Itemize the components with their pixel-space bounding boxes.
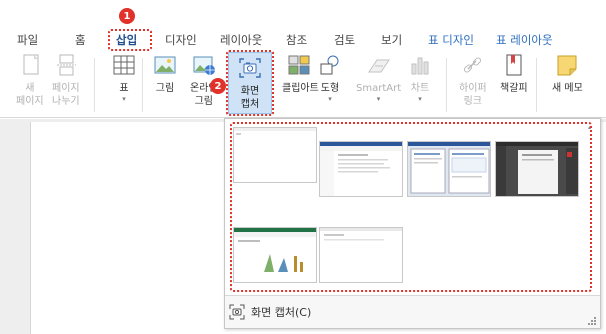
callout-badge-1: 1 bbox=[119, 8, 135, 24]
group-divider bbox=[142, 58, 143, 112]
new-page-button[interactable]: 새 페이지 bbox=[16, 54, 44, 108]
tab-references[interactable]: 참조 bbox=[286, 32, 307, 48]
tab-layout[interactable]: 레이아웃 bbox=[220, 32, 262, 48]
page-break-icon bbox=[54, 54, 78, 76]
picture-label: 그림 bbox=[155, 83, 175, 94]
new-page-label: 새 페이지 bbox=[16, 83, 44, 107]
screen-clipping-icon bbox=[229, 304, 245, 320]
group-divider bbox=[94, 58, 95, 112]
tab-design[interactable]: 디자인 bbox=[165, 32, 197, 48]
tab-table-design[interactable]: 표 디자인 bbox=[428, 32, 474, 48]
gallery-callout bbox=[230, 122, 592, 292]
screenshot-button-callout bbox=[226, 50, 274, 116]
page-break-button[interactable]: 페이지 나누기 bbox=[52, 54, 80, 108]
ribbon-tab-bar: 파일 홈 삽입 디자인 레이아웃 참조 검토 보기 표 디자인 표 레이아웃 bbox=[0, 28, 606, 52]
picture-button[interactable]: 그림 bbox=[153, 54, 177, 95]
resize-grip-icon[interactable] bbox=[588, 317, 596, 325]
callout-badge-2: 2 bbox=[210, 78, 226, 94]
screen-clipping-menu-item[interactable]: 화면 캡처(C) bbox=[229, 301, 311, 323]
picture-icon bbox=[153, 54, 177, 76]
table-button[interactable]: 표 ▾ bbox=[112, 54, 136, 104]
tab-file[interactable]: 파일 bbox=[17, 32, 38, 48]
online-picture-icon bbox=[192, 54, 216, 76]
tab-view[interactable]: 보기 bbox=[381, 32, 402, 48]
new-page-icon bbox=[18, 54, 42, 76]
table-icon bbox=[112, 54, 136, 76]
tab-table-layout[interactable]: 표 레이아웃 bbox=[496, 32, 553, 48]
chevron-down-icon: ▾ bbox=[122, 95, 126, 103]
screen-clipping-label: 화면 캡처(C) bbox=[251, 306, 312, 319]
tab-home[interactable]: 홈 bbox=[75, 32, 86, 48]
page-break-label: 페이지 나누기 bbox=[52, 83, 80, 107]
ribbon-insert: 새 페이지 페이지 나누기 표 ▾ 그림 온라인 그림 bbox=[0, 52, 606, 118]
tab-review[interactable]: 검토 bbox=[334, 32, 355, 48]
table-label: 표 bbox=[119, 83, 129, 94]
insert-tab-callout bbox=[108, 29, 152, 51]
gallery-footer: 화면 캡처(C) bbox=[225, 295, 600, 328]
